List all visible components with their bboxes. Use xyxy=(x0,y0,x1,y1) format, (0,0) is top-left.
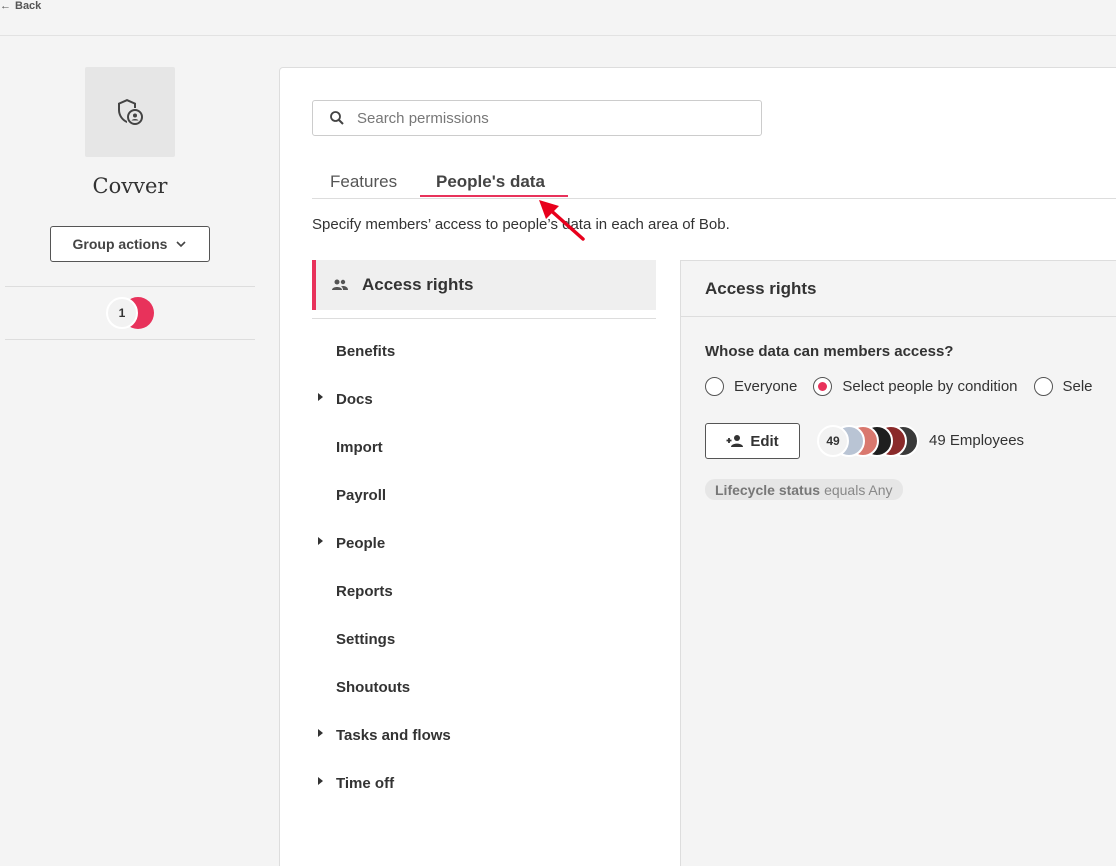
category-item-people[interactable]: People xyxy=(312,519,656,567)
employee-avatars[interactable]: 49 xyxy=(817,423,927,459)
category-item-label: Docs xyxy=(336,390,373,408)
radio-everyone[interactable]: Everyone xyxy=(705,377,797,396)
permissions-card: Features People's data Specify members’ … xyxy=(279,67,1116,866)
radio-select-specific[interactable]: Sele xyxy=(1033,377,1093,396)
divider xyxy=(312,318,656,319)
people-icon xyxy=(332,279,348,290)
group-sidebar: Covver Group actions 1 xyxy=(0,36,260,866)
access-radio-group: Everyone Select people by condition Sele xyxy=(705,377,1109,396)
access-question: Whose data can members access? xyxy=(705,343,954,360)
category-item-docs[interactable]: Docs xyxy=(312,375,656,423)
category-item-label: Benefits xyxy=(336,342,396,360)
category-item-tasks-and-flows[interactable]: Tasks and flows xyxy=(312,711,656,759)
tab-bar: Features People's data xyxy=(312,164,1116,199)
radio-label: Select people by condition xyxy=(842,378,1018,395)
category-access-rights[interactable]: Access rights xyxy=(312,260,656,310)
category-item-settings[interactable]: Settings xyxy=(312,615,656,663)
category-item-benefits[interactable]: Benefits xyxy=(312,327,656,375)
category-item-label: Tasks and flows xyxy=(336,726,451,744)
radio-label: Sele xyxy=(1062,378,1093,395)
members-avatars[interactable]: 1 xyxy=(106,297,154,329)
search-box[interactable] xyxy=(312,100,762,136)
group-actions-button[interactable]: Group actions xyxy=(50,226,210,262)
active-tab-indicator xyxy=(420,195,568,197)
chevron-down-icon xyxy=(176,241,187,248)
category-header-label: Access rights xyxy=(362,275,474,294)
add-person-icon xyxy=(726,435,744,447)
member-count-badge: 1 xyxy=(106,297,138,329)
radio-select-by-condition[interactable]: Select people by condition xyxy=(813,377,1018,396)
group-avatar xyxy=(85,67,175,157)
category-item-label: Import xyxy=(336,438,383,456)
radio-label: Everyone xyxy=(734,378,798,395)
shield-person-icon xyxy=(118,99,143,125)
radio-button[interactable] xyxy=(705,377,724,396)
divider xyxy=(5,339,255,340)
category-item-time-off[interactable]: Time off xyxy=(312,759,656,807)
search-input[interactable] xyxy=(357,109,737,127)
back-link[interactable]: ← Back xyxy=(0,0,41,12)
category-item-label: Settings xyxy=(336,630,396,648)
back-label: Back xyxy=(15,0,42,12)
divider xyxy=(5,286,255,287)
condition-field: Lifecycle status xyxy=(715,481,821,498)
edit-button[interactable]: Edit xyxy=(705,423,800,459)
radio-button-selected[interactable] xyxy=(813,377,833,396)
category-item-label: Shoutouts xyxy=(336,678,411,696)
category-item-reports[interactable]: Reports xyxy=(312,567,656,615)
group-name: Covver xyxy=(92,174,168,198)
condition-chip: Lifecycle status equals Any xyxy=(705,479,903,500)
edit-label: Edit xyxy=(750,432,779,450)
category-item-label: Payroll xyxy=(336,486,387,504)
caret-right-icon[interactable] xyxy=(318,729,323,737)
employee-count: 49 Employees xyxy=(929,432,1025,449)
radio-button[interactable] xyxy=(1033,377,1053,396)
arrow-left-icon: ← xyxy=(0,0,11,12)
category-item-label: People xyxy=(336,534,386,552)
tab-features[interactable]: Features xyxy=(330,172,397,192)
panel-title: Access rights xyxy=(681,261,1116,317)
caret-right-icon[interactable] xyxy=(318,393,323,401)
avatar-count-badge: 49 xyxy=(817,425,849,457)
access-rights-panel: Access rights Whose data can members acc… xyxy=(680,260,1116,866)
category-list: Benefits Docs Import Payroll People Repo… xyxy=(312,327,656,807)
caret-right-icon[interactable] xyxy=(318,777,323,785)
category-item-label: Reports xyxy=(336,582,393,600)
category-item-label: Time off xyxy=(336,774,395,792)
category-item-import[interactable]: Import xyxy=(312,423,656,471)
category-item-shoutouts[interactable]: Shoutouts xyxy=(312,663,656,711)
category-item-payroll[interactable]: Payroll xyxy=(312,471,656,519)
top-bar: ← Back xyxy=(0,0,1116,36)
caret-right-icon[interactable] xyxy=(318,537,323,545)
group-actions-label: Group actions xyxy=(72,236,168,252)
page-description: Specify members’ access to people’s data… xyxy=(312,216,730,233)
tab-peoples-data[interactable]: People's data xyxy=(436,172,545,192)
search-icon xyxy=(330,111,344,125)
condition-rest: equals Any xyxy=(824,481,893,498)
